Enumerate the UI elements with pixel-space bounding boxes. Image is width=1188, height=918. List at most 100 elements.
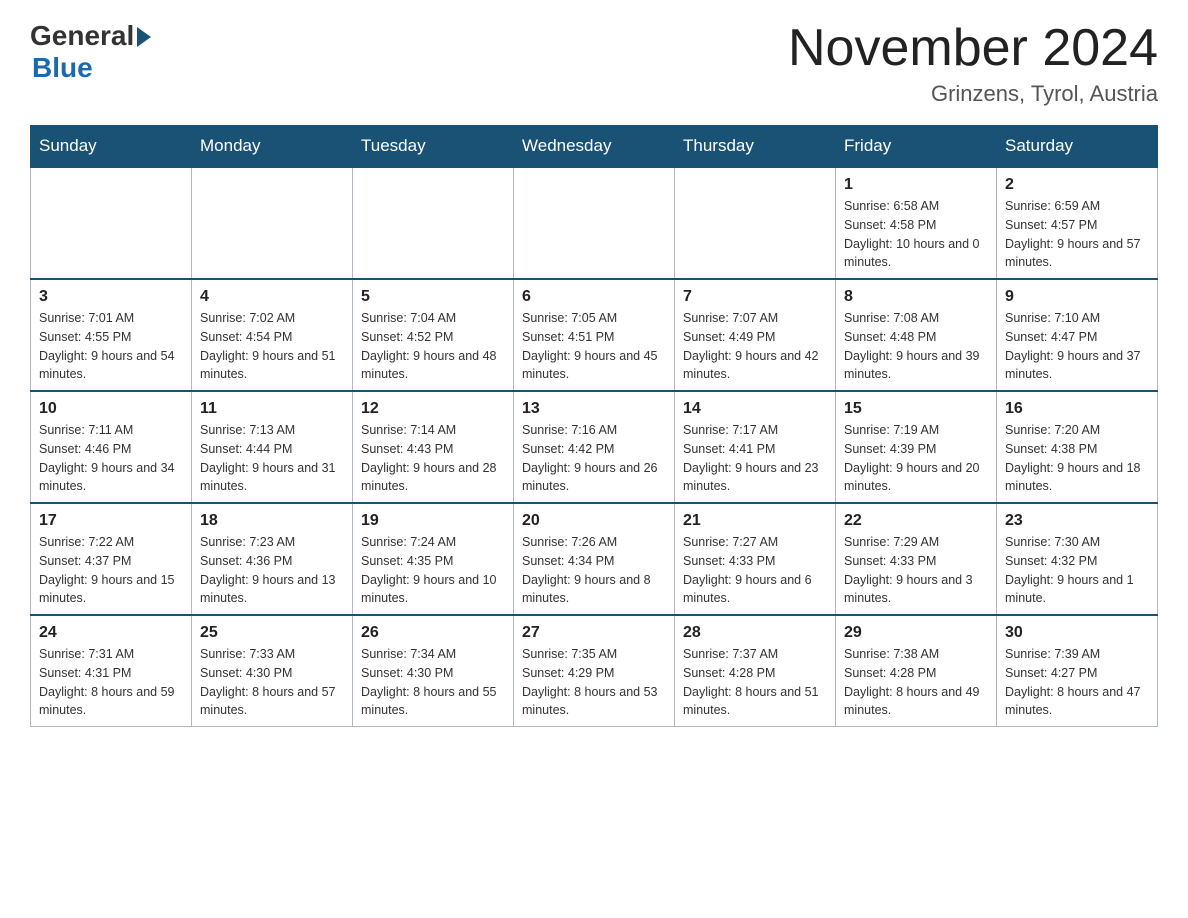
day-number: 17: [39, 512, 183, 530]
day-info: Sunrise: 7:19 AMSunset: 4:39 PMDaylight:…: [844, 421, 988, 496]
page-header: General Blue November 2024 Grinzens, Tyr…: [30, 20, 1158, 107]
day-info: Sunrise: 7:07 AMSunset: 4:49 PMDaylight:…: [683, 309, 827, 384]
day-header-row: SundayMondayTuesdayWednesdayThursdayFrid…: [31, 126, 1158, 168]
day-info: Sunrise: 7:31 AMSunset: 4:31 PMDaylight:…: [39, 645, 183, 720]
day-info: Sunrise: 7:24 AMSunset: 4:35 PMDaylight:…: [361, 533, 505, 608]
calendar-cell: 7 Sunrise: 7:07 AMSunset: 4:49 PMDaylight…: [675, 279, 836, 391]
day-info: Sunrise: 7:04 AMSunset: 4:52 PMDaylight:…: [361, 309, 505, 384]
day-number: 26: [361, 624, 505, 642]
day-number: 14: [683, 400, 827, 418]
calendar-cell: 16 Sunrise: 7:20 AMSunset: 4:38 PMDayligh…: [997, 391, 1158, 503]
calendar-cell: 20 Sunrise: 7:26 AMSunset: 4:34 PMDayligh…: [514, 503, 675, 615]
day-header-sunday: Sunday: [31, 126, 192, 168]
day-header-friday: Friday: [836, 126, 997, 168]
day-info: Sunrise: 7:20 AMSunset: 4:38 PMDaylight:…: [1005, 421, 1149, 496]
day-number: 15: [844, 400, 988, 418]
day-number: 2: [1005, 176, 1149, 194]
calendar-cell: 13 Sunrise: 7:16 AMSunset: 4:42 PMDayligh…: [514, 391, 675, 503]
calendar-cell: [675, 167, 836, 279]
calendar-cell: 6 Sunrise: 7:05 AMSunset: 4:51 PMDaylight…: [514, 279, 675, 391]
calendar-cell: 25 Sunrise: 7:33 AMSunset: 4:30 PMDayligh…: [192, 615, 353, 727]
day-info: Sunrise: 7:39 AMSunset: 4:27 PMDaylight:…: [1005, 645, 1149, 720]
day-info: Sunrise: 7:16 AMSunset: 4:42 PMDaylight:…: [522, 421, 666, 496]
calendar-cell: 24Sunrise: 7:31 AMSunset: 4:31 PMDayligh…: [31, 615, 192, 727]
day-number: 18: [200, 512, 344, 530]
calendar-cell: 2 Sunrise: 6:59 AMSunset: 4:57 PMDaylight…: [997, 167, 1158, 279]
day-header-tuesday: Tuesday: [353, 126, 514, 168]
day-info: Sunrise: 7:02 AMSunset: 4:54 PMDaylight:…: [200, 309, 344, 384]
calendar-cell: 21 Sunrise: 7:27 AMSunset: 4:33 PMDayligh…: [675, 503, 836, 615]
logo-general-text: General: [30, 20, 134, 52]
day-number: 19: [361, 512, 505, 530]
calendar-cell: 4 Sunrise: 7:02 AMSunset: 4:54 PMDaylight…: [192, 279, 353, 391]
day-number: 20: [522, 512, 666, 530]
week-row-1: 1 Sunrise: 6:58 AMSunset: 4:58 PMDaylight…: [31, 167, 1158, 279]
day-number: 10: [39, 400, 183, 418]
day-info: Sunrise: 7:30 AMSunset: 4:32 PMDaylight:…: [1005, 533, 1149, 608]
calendar-cell: 29Sunrise: 7:38 AMSunset: 4:28 PMDayligh…: [836, 615, 997, 727]
day-info: Sunrise: 6:59 AMSunset: 4:57 PMDaylight:…: [1005, 197, 1149, 272]
calendar-cell: 8 Sunrise: 7:08 AMSunset: 4:48 PMDaylight…: [836, 279, 997, 391]
day-info: Sunrise: 7:10 AMSunset: 4:47 PMDaylight:…: [1005, 309, 1149, 384]
calendar-cell: 26Sunrise: 7:34 AMSunset: 4:30 PMDayligh…: [353, 615, 514, 727]
day-number: 11: [200, 400, 344, 418]
calendar-cell: 19 Sunrise: 7:24 AMSunset: 4:35 PMDayligh…: [353, 503, 514, 615]
week-row-5: 24Sunrise: 7:31 AMSunset: 4:31 PMDayligh…: [31, 615, 1158, 727]
week-row-4: 17 Sunrise: 7:22 AMSunset: 4:37 PMDayligh…: [31, 503, 1158, 615]
day-number: 4: [200, 288, 344, 306]
day-number: 29: [844, 624, 988, 642]
day-info: Sunrise: 7:11 AMSunset: 4:46 PMDaylight:…: [39, 421, 183, 496]
calendar-cell: [192, 167, 353, 279]
calendar-cell: 22Sunrise: 7:29 AMSunset: 4:33 PMDayligh…: [836, 503, 997, 615]
day-info: Sunrise: 7:37 AMSunset: 4:28 PMDaylight:…: [683, 645, 827, 720]
calendar-cell: 1 Sunrise: 6:58 AMSunset: 4:58 PMDaylight…: [836, 167, 997, 279]
day-number: 25: [200, 624, 344, 642]
calendar-cell: 9 Sunrise: 7:10 AMSunset: 4:47 PMDaylight…: [997, 279, 1158, 391]
day-info: Sunrise: 7:14 AMSunset: 4:43 PMDaylight:…: [361, 421, 505, 496]
day-number: 8: [844, 288, 988, 306]
day-number: 27: [522, 624, 666, 642]
day-info: Sunrise: 7:17 AMSunset: 4:41 PMDaylight:…: [683, 421, 827, 496]
day-number: 21: [683, 512, 827, 530]
day-info: Sunrise: 6:58 AMSunset: 4:58 PMDaylight:…: [844, 197, 988, 272]
calendar-cell: 30 Sunrise: 7:39 AMSunset: 4:27 PMDayligh…: [997, 615, 1158, 727]
calendar-cell: 27 Sunrise: 7:35 AMSunset: 4:29 PMDayligh…: [514, 615, 675, 727]
header-right: November 2024 Grinzens, Tyrol, Austria: [788, 20, 1158, 107]
calendar-cell: 18 Sunrise: 7:23 AMSunset: 4:36 PMDayligh…: [192, 503, 353, 615]
day-number: 9: [1005, 288, 1149, 306]
calendar-cell: 23Sunrise: 7:30 AMSunset: 4:32 PMDayligh…: [997, 503, 1158, 615]
calendar-cell: [31, 167, 192, 279]
day-info: Sunrise: 7:22 AMSunset: 4:37 PMDaylight:…: [39, 533, 183, 608]
calendar-table: SundayMondayTuesdayWednesdayThursdayFrid…: [30, 125, 1158, 727]
day-number: 16: [1005, 400, 1149, 418]
day-info: Sunrise: 7:13 AMSunset: 4:44 PMDaylight:…: [200, 421, 344, 496]
calendar-cell: 14 Sunrise: 7:17 AMSunset: 4:41 PMDayligh…: [675, 391, 836, 503]
day-number: 7: [683, 288, 827, 306]
day-info: Sunrise: 7:05 AMSunset: 4:51 PMDaylight:…: [522, 309, 666, 384]
day-info: Sunrise: 7:29 AMSunset: 4:33 PMDaylight:…: [844, 533, 988, 608]
calendar-cell: [514, 167, 675, 279]
calendar-cell: 28Sunrise: 7:37 AMSunset: 4:28 PMDayligh…: [675, 615, 836, 727]
day-info: Sunrise: 7:27 AMSunset: 4:33 PMDaylight:…: [683, 533, 827, 608]
day-header-monday: Monday: [192, 126, 353, 168]
day-number: 5: [361, 288, 505, 306]
week-row-3: 10 Sunrise: 7:11 AMSunset: 4:46 PMDayligh…: [31, 391, 1158, 503]
day-info: Sunrise: 7:26 AMSunset: 4:34 PMDaylight:…: [522, 533, 666, 608]
day-info: Sunrise: 7:23 AMSunset: 4:36 PMDaylight:…: [200, 533, 344, 608]
day-number: 1: [844, 176, 988, 194]
logo-arrow-icon: [137, 27, 151, 47]
day-number: 6: [522, 288, 666, 306]
day-info: Sunrise: 7:01 AMSunset: 4:55 PMDaylight:…: [39, 309, 183, 384]
day-header-wednesday: Wednesday: [514, 126, 675, 168]
day-number: 13: [522, 400, 666, 418]
calendar-cell: 12Sunrise: 7:14 AMSunset: 4:43 PMDayligh…: [353, 391, 514, 503]
day-info: Sunrise: 7:08 AMSunset: 4:48 PMDaylight:…: [844, 309, 988, 384]
day-info: Sunrise: 7:33 AMSunset: 4:30 PMDaylight:…: [200, 645, 344, 720]
calendar-cell: [353, 167, 514, 279]
day-number: 30: [1005, 624, 1149, 642]
day-header-saturday: Saturday: [997, 126, 1158, 168]
calendar-cell: 5 Sunrise: 7:04 AMSunset: 4:52 PMDaylight…: [353, 279, 514, 391]
month-title: November 2024: [788, 20, 1158, 77]
day-info: Sunrise: 7:35 AMSunset: 4:29 PMDaylight:…: [522, 645, 666, 720]
calendar-cell: 11 Sunrise: 7:13 AMSunset: 4:44 PMDayligh…: [192, 391, 353, 503]
